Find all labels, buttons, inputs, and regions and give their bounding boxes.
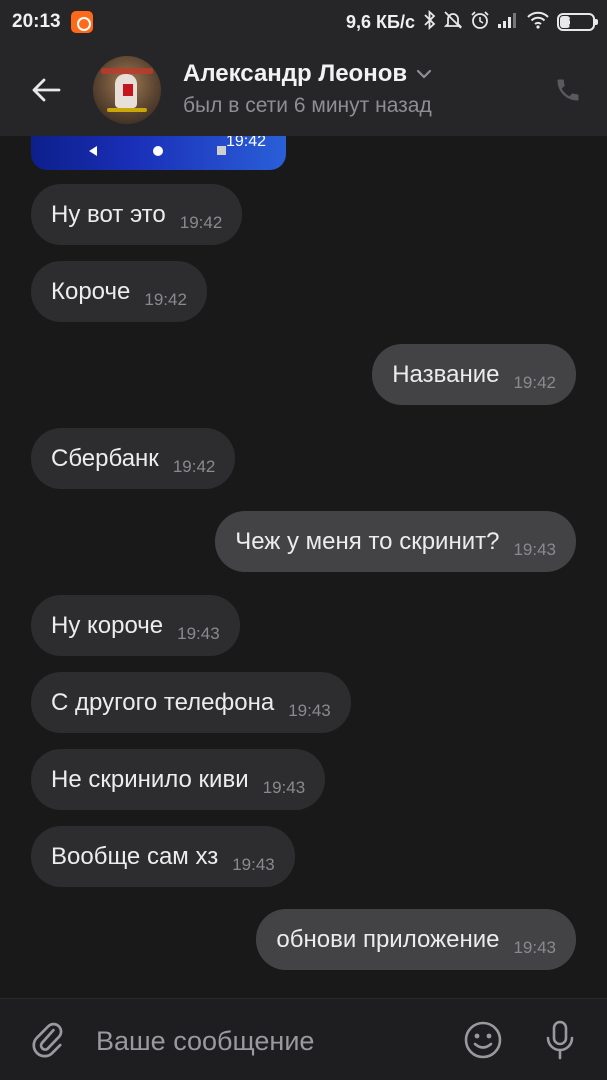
incoming-message[interactable]: Вообще сам хз 19:43: [31, 826, 295, 887]
battery-level: 30: [568, 14, 584, 30]
incoming-message[interactable]: С другого телефона 19:43: [31, 672, 351, 733]
message-time: 19:43: [177, 623, 220, 643]
message-input[interactable]: [96, 1021, 436, 1061]
outgoing-message[interactable]: Чеж у меня то скринит? 19:43: [215, 511, 576, 572]
message-text: Ну вот это: [51, 200, 166, 228]
chevron-down-icon: [417, 69, 432, 79]
message-text: Сбербанк: [51, 444, 159, 472]
network-speed: 9,6 КБ/с: [346, 11, 415, 32]
message-time: 19:43: [288, 700, 331, 720]
signal-icon: [497, 11, 519, 34]
wifi-icon: [526, 11, 550, 34]
message-text: обнови приложение: [276, 925, 500, 953]
incoming-message[interactable]: Короче 19:42: [31, 261, 207, 322]
contact-name: Александр Леонов: [183, 60, 408, 87]
call-button[interactable]: [548, 70, 588, 110]
message-time: 19:42: [172, 456, 216, 476]
outgoing-message[interactable]: Название 19:42: [372, 344, 576, 405]
contact-status: был в сети 6 минут назад: [183, 94, 432, 117]
message-text: Вообще сам хз: [51, 842, 219, 870]
microphone-icon: [546, 1020, 574, 1060]
nav-back-icon: [89, 146, 97, 156]
attach-button[interactable]: [28, 1019, 68, 1063]
arrow-left-icon: [32, 78, 61, 102]
message-time: 19:43: [262, 777, 306, 797]
message-time: 19:42: [513, 372, 556, 392]
message-text: Ну короче: [51, 611, 164, 639]
incoming-message[interactable]: Ну вот это 19:42: [31, 184, 243, 245]
status-time: 20:13: [12, 11, 61, 32]
status-bar: 20:13 9,6 КБ/с 30: [0, 0, 607, 44]
message-text: Чеж у меня то скринит?: [235, 527, 500, 555]
message-time: 19:42: [179, 212, 223, 232]
avatar[interactable]: [93, 56, 161, 124]
message-time: 19:43: [513, 539, 556, 559]
status-icons: 9,6 КБ/с 30: [346, 9, 598, 35]
mute-bell-icon: [443, 10, 463, 35]
message-composer: [0, 998, 607, 1080]
smiley-icon: [464, 1021, 502, 1059]
message-time: 19:43: [232, 854, 275, 874]
nav-recent-icon: [217, 146, 226, 155]
microphone-button[interactable]: [540, 1017, 580, 1063]
message-list[interactable]: 19:42 Ну вот это 19:42 Короче 19:42 Название…: [0, 136, 607, 998]
message-text: Короче: [51, 277, 131, 305]
message-time: 19:43: [513, 937, 556, 957]
message-text: С другого телефона: [51, 688, 275, 716]
incoming-message[interactable]: Сбербанк 19:42: [31, 428, 236, 489]
incoming-message[interactable]: Не скринило киви 19:43: [31, 749, 326, 810]
message-text: Не скринило киви: [51, 765, 249, 793]
bluetooth-icon: [424, 9, 436, 35]
battery-icon: 30: [557, 13, 598, 31]
image-message[interactable]: 19:42: [31, 136, 286, 170]
chat-header: Александр Леонов был в сети 6 минут наза…: [0, 44, 607, 136]
emoji-button[interactable]: [462, 1019, 504, 1061]
paperclip-icon: [32, 1022, 63, 1058]
message-time: 19:42: [144, 289, 187, 309]
contact-name-button[interactable]: Александр Леонов: [183, 60, 433, 88]
notification-app-icon: [70, 11, 93, 33]
alarm-icon: [470, 10, 490, 35]
incoming-message[interactable]: Ну короче 19:43: [31, 595, 240, 656]
outgoing-message[interactable]: обнови приложение 19:43: [256, 909, 576, 970]
back-button[interactable]: [26, 70, 66, 110]
message-time: 19:42: [226, 136, 267, 150]
message-text: Название: [392, 360, 500, 388]
nav-home-icon: [153, 146, 163, 156]
phone-icon: [557, 79, 579, 101]
